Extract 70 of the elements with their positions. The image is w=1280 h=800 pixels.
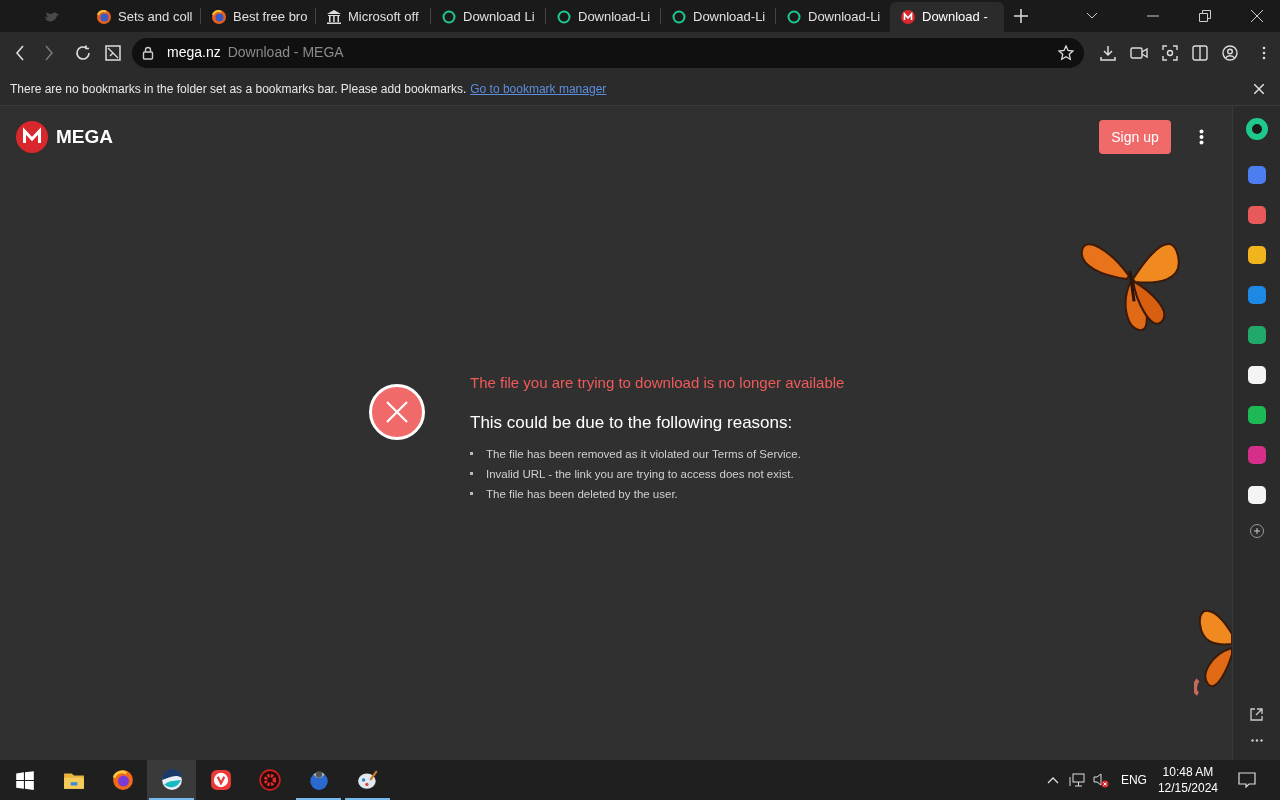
lock-icon bbox=[142, 45, 154, 60]
mega-logo-icon bbox=[900, 9, 916, 25]
ring-icon bbox=[556, 9, 572, 25]
sidebar-app-icon[interactable] bbox=[1247, 246, 1266, 264]
bookmarks-bar-message: There are no bookmarks in the folder set as a bookmarks bar. Please add bookmarks. bbox=[10, 81, 467, 98]
taskbar-app-button[interactable] bbox=[147, 760, 196, 800]
fox-globe-icon bbox=[211, 9, 227, 25]
ring-icon bbox=[786, 9, 802, 25]
forward-icon[interactable] bbox=[44, 44, 54, 61]
more-icon[interactable] bbox=[1250, 739, 1263, 742]
mega-wordmark: MEGA bbox=[56, 124, 113, 149]
fox-globe-icon bbox=[96, 9, 112, 25]
browser-tab[interactable]: Download-Li bbox=[776, 2, 890, 32]
notifications-icon[interactable] bbox=[1238, 772, 1256, 788]
reason-text: The file has been removed as it violated our Terms of Service. bbox=[486, 446, 801, 462]
sidebar-app-icon[interactable] bbox=[1247, 366, 1266, 384]
browser-tab[interactable]: Sets and coll bbox=[86, 2, 200, 32]
browser-tab[interactable]: Download Li bbox=[431, 2, 545, 32]
profile-icon[interactable] bbox=[1222, 44, 1238, 61]
page-title: Download - MEGA bbox=[227, 43, 344, 62]
network-icon[interactable] bbox=[1068, 773, 1085, 787]
bookmark-manager-link[interactable]: Go to bookmark manager bbox=[470, 80, 607, 98]
back-icon[interactable] bbox=[15, 44, 25, 61]
fox-globe-icon bbox=[111, 769, 134, 791]
bullet-icon bbox=[470, 492, 473, 495]
browser-tab[interactable]: Microsoft off bbox=[316, 2, 430, 32]
ring-icon bbox=[671, 9, 687, 25]
more-options-icon[interactable] bbox=[1199, 129, 1204, 145]
sidebar-app-icon[interactable] bbox=[1247, 486, 1266, 504]
clock[interactable]: 10:48 AM 12/15/2024 bbox=[1157, 764, 1218, 796]
new-tab-icon[interactable] bbox=[1014, 9, 1028, 23]
globe-icon bbox=[307, 769, 330, 791]
windows-icon bbox=[13, 769, 36, 791]
mega-logo-icon bbox=[16, 121, 48, 153]
menu-icon[interactable] bbox=[1262, 45, 1266, 60]
gear-icon bbox=[258, 769, 281, 791]
bullet-icon bbox=[470, 452, 473, 455]
sidebar-app-icon[interactable] bbox=[1247, 406, 1266, 424]
browser-tab[interactable]: Best free bro bbox=[201, 2, 315, 32]
v-logo-icon bbox=[209, 769, 232, 791]
close-icon[interactable] bbox=[1254, 84, 1264, 94]
building-icon bbox=[326, 9, 342, 25]
ring-icon bbox=[441, 9, 457, 25]
screenshot-icon[interactable] bbox=[1162, 44, 1178, 61]
chevron-up-icon[interactable] bbox=[1046, 776, 1059, 784]
tab-list-icon[interactable] bbox=[1086, 12, 1098, 20]
address-bar[interactable]: mega.nz Download - MEGA bbox=[132, 37, 1084, 68]
browser-tab[interactable]: Download-Li bbox=[546, 2, 660, 32]
download-icon[interactable] bbox=[1100, 44, 1116, 61]
browser-tab[interactable]: Download-Li bbox=[661, 2, 775, 32]
split-view-icon[interactable] bbox=[1192, 44, 1208, 61]
reasons-heading: This could be due to the following reasons: bbox=[470, 412, 794, 434]
close-icon[interactable] bbox=[1251, 10, 1263, 22]
reason-text: The file has been deleted by the user. bbox=[486, 486, 678, 502]
bookmark-star-icon[interactable] bbox=[1058, 44, 1074, 61]
palette-icon bbox=[356, 769, 379, 791]
no-image-icon[interactable] bbox=[105, 44, 121, 61]
error-icon bbox=[369, 384, 425, 440]
reason-text: Invalid URL - the link you are trying to access does not exist. bbox=[486, 466, 794, 482]
language-indicator[interactable]: ENG bbox=[1120, 771, 1147, 789]
muted-speaker-icon[interactable] bbox=[1092, 772, 1109, 788]
video-camera-icon[interactable] bbox=[1130, 45, 1148, 60]
wave-globe-icon bbox=[160, 769, 183, 791]
reload-icon[interactable] bbox=[75, 44, 91, 61]
url-domain: mega.nz bbox=[167, 43, 221, 62]
open-external-icon[interactable] bbox=[1250, 708, 1263, 721]
browser-tab[interactable]: Download - bbox=[890, 2, 1004, 32]
error-title: The file you are trying to download is no longer available bbox=[470, 373, 845, 393]
restore-icon[interactable] bbox=[1199, 10, 1211, 22]
bullet-icon bbox=[470, 472, 473, 475]
